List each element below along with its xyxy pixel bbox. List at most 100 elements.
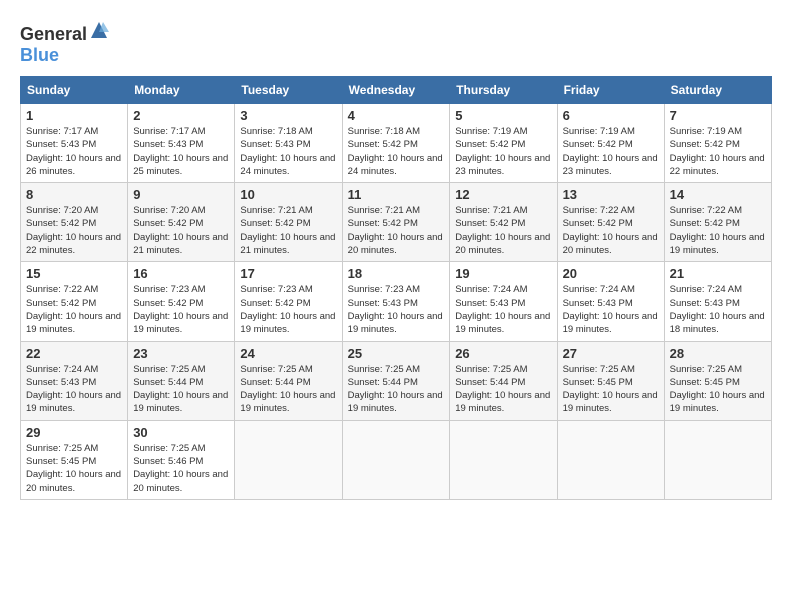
header: General Blue — [20, 20, 772, 66]
calendar-cell: 27 Sunrise: 7:25 AM Sunset: 5:45 PM Dayl… — [557, 341, 664, 420]
calendar-cell: 8 Sunrise: 7:20 AM Sunset: 5:42 PM Dayli… — [21, 183, 128, 262]
day-number: 7 — [670, 108, 766, 123]
calendar-cell: 22 Sunrise: 7:24 AM Sunset: 5:43 PM Dayl… — [21, 341, 128, 420]
weekday-header-tuesday: Tuesday — [235, 77, 342, 104]
weekday-header-saturday: Saturday — [664, 77, 771, 104]
calendar-cell: 4 Sunrise: 7:18 AM Sunset: 5:42 PM Dayli… — [342, 104, 450, 183]
calendar: SundayMondayTuesdayWednesdayThursdayFrid… — [20, 76, 772, 500]
calendar-cell: 14 Sunrise: 7:22 AM Sunset: 5:42 PM Dayl… — [664, 183, 771, 262]
day-number: 10 — [240, 187, 336, 202]
day-info: Sunrise: 7:21 AM Sunset: 5:42 PM Dayligh… — [455, 204, 551, 257]
day-info: Sunrise: 7:24 AM Sunset: 5:43 PM Dayligh… — [670, 283, 766, 336]
week-row-3: 15 Sunrise: 7:22 AM Sunset: 5:42 PM Dayl… — [21, 262, 772, 341]
day-info: Sunrise: 7:22 AM Sunset: 5:42 PM Dayligh… — [563, 204, 659, 257]
day-info: Sunrise: 7:19 AM Sunset: 5:42 PM Dayligh… — [455, 125, 551, 178]
day-number: 20 — [563, 266, 659, 281]
day-info: Sunrise: 7:22 AM Sunset: 5:42 PM Dayligh… — [670, 204, 766, 257]
calendar-cell — [342, 420, 450, 499]
week-row-5: 29 Sunrise: 7:25 AM Sunset: 5:45 PM Dayl… — [21, 420, 772, 499]
calendar-cell: 17 Sunrise: 7:23 AM Sunset: 5:42 PM Dayl… — [235, 262, 342, 341]
day-number: 9 — [133, 187, 229, 202]
day-number: 25 — [348, 346, 445, 361]
day-info: Sunrise: 7:24 AM Sunset: 5:43 PM Dayligh… — [26, 363, 122, 416]
day-info: Sunrise: 7:17 AM Sunset: 5:43 PM Dayligh… — [133, 125, 229, 178]
day-number: 1 — [26, 108, 122, 123]
day-info: Sunrise: 7:25 AM Sunset: 5:45 PM Dayligh… — [563, 363, 659, 416]
calendar-cell: 21 Sunrise: 7:24 AM Sunset: 5:43 PM Dayl… — [664, 262, 771, 341]
day-number: 18 — [348, 266, 445, 281]
calendar-cell: 3 Sunrise: 7:18 AM Sunset: 5:43 PM Dayli… — [235, 104, 342, 183]
calendar-cell: 2 Sunrise: 7:17 AM Sunset: 5:43 PM Dayli… — [128, 104, 235, 183]
day-info: Sunrise: 7:19 AM Sunset: 5:42 PM Dayligh… — [670, 125, 766, 178]
logo-icon — [89, 20, 109, 40]
day-info: Sunrise: 7:25 AM Sunset: 5:45 PM Dayligh… — [26, 442, 122, 495]
day-info: Sunrise: 7:18 AM Sunset: 5:43 PM Dayligh… — [240, 125, 336, 178]
calendar-cell: 12 Sunrise: 7:21 AM Sunset: 5:42 PM Dayl… — [450, 183, 557, 262]
day-info: Sunrise: 7:25 AM Sunset: 5:46 PM Dayligh… — [133, 442, 229, 495]
day-info: Sunrise: 7:18 AM Sunset: 5:42 PM Dayligh… — [348, 125, 445, 178]
week-row-1: 1 Sunrise: 7:17 AM Sunset: 5:43 PM Dayli… — [21, 104, 772, 183]
day-number: 30 — [133, 425, 229, 440]
day-number: 3 — [240, 108, 336, 123]
day-number: 5 — [455, 108, 551, 123]
logo-blue: Blue — [20, 45, 59, 65]
calendar-cell: 29 Sunrise: 7:25 AM Sunset: 5:45 PM Dayl… — [21, 420, 128, 499]
calendar-cell: 25 Sunrise: 7:25 AM Sunset: 5:44 PM Dayl… — [342, 341, 450, 420]
week-row-4: 22 Sunrise: 7:24 AM Sunset: 5:43 PM Dayl… — [21, 341, 772, 420]
day-info: Sunrise: 7:24 AM Sunset: 5:43 PM Dayligh… — [455, 283, 551, 336]
day-number: 28 — [670, 346, 766, 361]
day-number: 2 — [133, 108, 229, 123]
day-number: 24 — [240, 346, 336, 361]
day-number: 17 — [240, 266, 336, 281]
day-info: Sunrise: 7:23 AM Sunset: 5:43 PM Dayligh… — [348, 283, 445, 336]
calendar-cell: 6 Sunrise: 7:19 AM Sunset: 5:42 PM Dayli… — [557, 104, 664, 183]
day-number: 23 — [133, 346, 229, 361]
weekday-header-sunday: Sunday — [21, 77, 128, 104]
day-info: Sunrise: 7:23 AM Sunset: 5:42 PM Dayligh… — [240, 283, 336, 336]
calendar-cell: 18 Sunrise: 7:23 AM Sunset: 5:43 PM Dayl… — [342, 262, 450, 341]
day-number: 27 — [563, 346, 659, 361]
calendar-cell: 15 Sunrise: 7:22 AM Sunset: 5:42 PM Dayl… — [21, 262, 128, 341]
calendar-cell: 9 Sunrise: 7:20 AM Sunset: 5:42 PM Dayli… — [128, 183, 235, 262]
calendar-cell: 10 Sunrise: 7:21 AM Sunset: 5:42 PM Dayl… — [235, 183, 342, 262]
calendar-cell: 5 Sunrise: 7:19 AM Sunset: 5:42 PM Dayli… — [450, 104, 557, 183]
calendar-cell: 13 Sunrise: 7:22 AM Sunset: 5:42 PM Dayl… — [557, 183, 664, 262]
day-info: Sunrise: 7:20 AM Sunset: 5:42 PM Dayligh… — [26, 204, 122, 257]
logo-text: General Blue — [20, 20, 109, 66]
calendar-cell — [664, 420, 771, 499]
day-number: 15 — [26, 266, 122, 281]
calendar-cell — [450, 420, 557, 499]
day-number: 6 — [563, 108, 659, 123]
calendar-cell: 11 Sunrise: 7:21 AM Sunset: 5:42 PM Dayl… — [342, 183, 450, 262]
weekday-header-friday: Friday — [557, 77, 664, 104]
calendar-cell — [235, 420, 342, 499]
day-number: 14 — [670, 187, 766, 202]
calendar-cell: 7 Sunrise: 7:19 AM Sunset: 5:42 PM Dayli… — [664, 104, 771, 183]
day-info: Sunrise: 7:22 AM Sunset: 5:42 PM Dayligh… — [26, 283, 122, 336]
calendar-cell: 16 Sunrise: 7:23 AM Sunset: 5:42 PM Dayl… — [128, 262, 235, 341]
day-info: Sunrise: 7:19 AM Sunset: 5:42 PM Dayligh… — [563, 125, 659, 178]
day-number: 19 — [455, 266, 551, 281]
day-info: Sunrise: 7:25 AM Sunset: 5:44 PM Dayligh… — [455, 363, 551, 416]
day-info: Sunrise: 7:23 AM Sunset: 5:42 PM Dayligh… — [133, 283, 229, 336]
calendar-cell: 24 Sunrise: 7:25 AM Sunset: 5:44 PM Dayl… — [235, 341, 342, 420]
day-info: Sunrise: 7:25 AM Sunset: 5:44 PM Dayligh… — [348, 363, 445, 416]
day-info: Sunrise: 7:25 AM Sunset: 5:44 PM Dayligh… — [133, 363, 229, 416]
day-info: Sunrise: 7:21 AM Sunset: 5:42 PM Dayligh… — [240, 204, 336, 257]
calendar-cell: 30 Sunrise: 7:25 AM Sunset: 5:46 PM Dayl… — [128, 420, 235, 499]
logo-general: General — [20, 24, 87, 44]
day-info: Sunrise: 7:20 AM Sunset: 5:42 PM Dayligh… — [133, 204, 229, 257]
day-number: 8 — [26, 187, 122, 202]
day-info: Sunrise: 7:25 AM Sunset: 5:44 PM Dayligh… — [240, 363, 336, 416]
calendar-cell: 20 Sunrise: 7:24 AM Sunset: 5:43 PM Dayl… — [557, 262, 664, 341]
calendar-cell: 19 Sunrise: 7:24 AM Sunset: 5:43 PM Dayl… — [450, 262, 557, 341]
calendar-cell: 23 Sunrise: 7:25 AM Sunset: 5:44 PM Dayl… — [128, 341, 235, 420]
weekday-header-row: SundayMondayTuesdayWednesdayThursdayFrid… — [21, 77, 772, 104]
calendar-cell: 26 Sunrise: 7:25 AM Sunset: 5:44 PM Dayl… — [450, 341, 557, 420]
calendar-cell — [557, 420, 664, 499]
calendar-cell: 28 Sunrise: 7:25 AM Sunset: 5:45 PM Dayl… — [664, 341, 771, 420]
day-info: Sunrise: 7:25 AM Sunset: 5:45 PM Dayligh… — [670, 363, 766, 416]
weekday-header-wednesday: Wednesday — [342, 77, 450, 104]
weekday-header-monday: Monday — [128, 77, 235, 104]
day-number: 21 — [670, 266, 766, 281]
